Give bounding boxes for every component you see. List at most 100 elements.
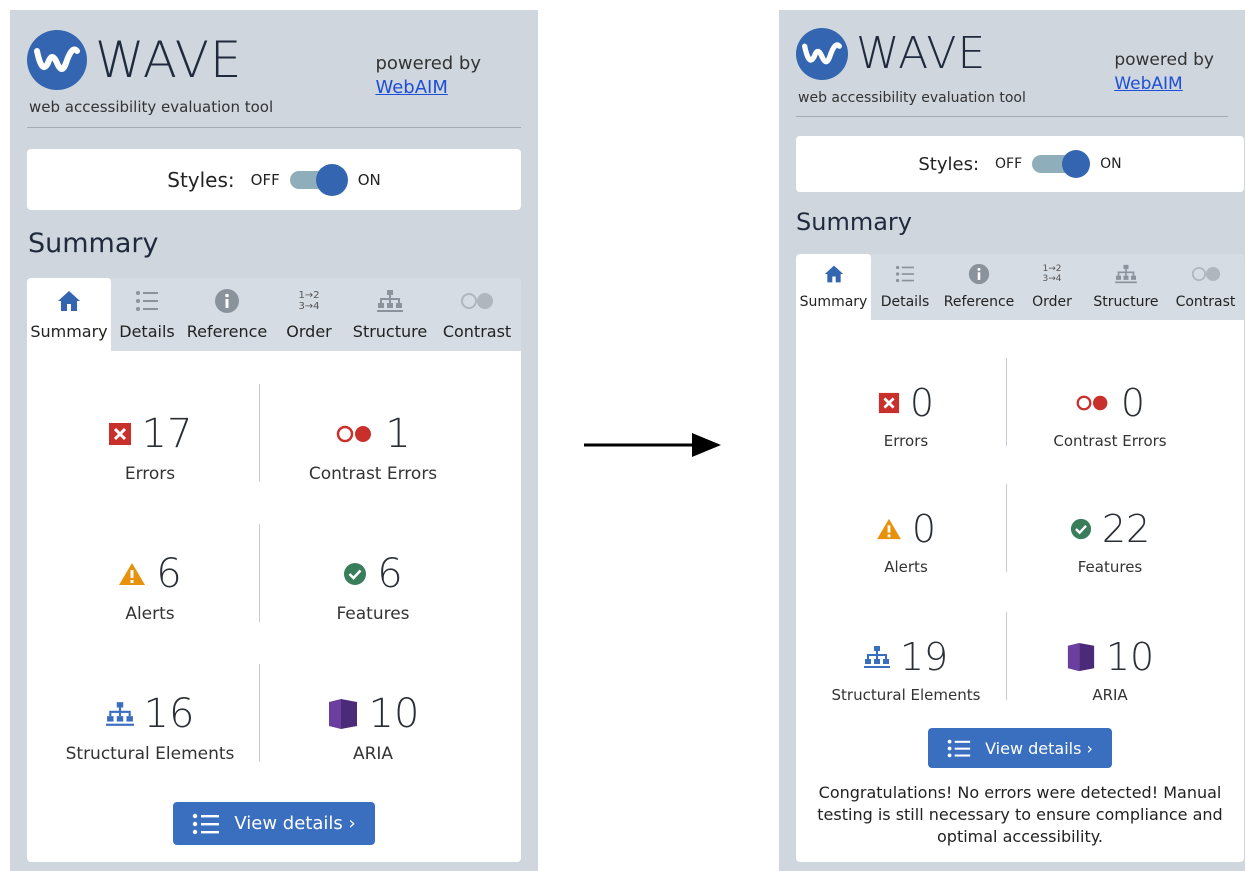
wave-logo: WAVE xyxy=(27,30,243,90)
tab-contrast[interactable]: Contrast xyxy=(433,278,521,351)
powered-by-text: powered by xyxy=(1114,50,1214,70)
order-icon: 1→2 3→4 xyxy=(298,290,320,312)
stat-structural[interactable]: 16 Structural Elements xyxy=(40,694,260,764)
stat-contrast-errors[interactable]: 0 Contrast Errors xyxy=(1007,384,1213,450)
styles-toggle-switch[interactable] xyxy=(289,163,348,196)
tab-order[interactable]: 1→2 3→4 Order xyxy=(271,278,347,351)
features-count: 6 xyxy=(377,551,403,597)
features-count: 22 xyxy=(1101,507,1151,551)
stat-aria[interactable]: 10 ARIA xyxy=(1007,638,1213,704)
stat-alerts[interactable]: 0 Alerts xyxy=(806,510,1006,576)
summary-card: Summary Details Reference 1→2 3→4 Order … xyxy=(27,278,521,862)
tab-summary[interactable]: Summary xyxy=(27,278,111,351)
features-label: Features xyxy=(1077,558,1143,576)
wave-panel-before: WAVE web accessibility evaluation tool p… xyxy=(10,10,538,871)
features-label: Features xyxy=(336,604,410,624)
structure-icon xyxy=(1115,260,1137,288)
powered-by: powered by WebAIM xyxy=(375,52,481,100)
contrast-error-icon xyxy=(1076,395,1108,411)
styles-on-label: ON xyxy=(357,170,381,189)
styles-toggle-box: Styles: OFF ON xyxy=(796,136,1244,192)
stat-features[interactable]: 22 Features xyxy=(1007,510,1213,576)
tab-contrast[interactable]: Contrast xyxy=(1167,254,1244,320)
webaim-link[interactable]: WebAIM xyxy=(375,77,447,98)
contrast-icon xyxy=(460,286,494,316)
list-icon xyxy=(947,739,971,757)
wave-header: WAVE web accessibility evaluation tool p… xyxy=(27,10,521,128)
structural-count: 16 xyxy=(143,691,195,737)
list-icon xyxy=(895,260,915,288)
list-icon xyxy=(193,813,220,834)
tab-bar: Summary Details Reference 1→2 3→4 Order … xyxy=(796,254,1244,320)
alerts-label: Alerts xyxy=(884,558,928,576)
aria-label: ARIA xyxy=(1092,686,1128,704)
powered-by: powered by WebAIM xyxy=(1114,48,1214,96)
errors-count: 0 xyxy=(909,381,935,425)
tab-order[interactable]: 1→2 3→4 Order xyxy=(1019,254,1085,320)
tab-reference[interactable]: Reference xyxy=(183,278,271,351)
alerts-label: Alerts xyxy=(125,604,175,624)
info-icon xyxy=(214,286,240,316)
alert-icon xyxy=(119,563,146,585)
alerts-count: 0 xyxy=(911,507,937,551)
alerts-count: 6 xyxy=(156,551,182,597)
webaim-link[interactable]: WebAIM xyxy=(1114,74,1182,94)
wave-logo-icon xyxy=(27,30,87,90)
stat-errors[interactable]: 0 Errors xyxy=(806,384,1006,450)
wave-logo: WAVE xyxy=(796,28,986,80)
styles-off-label: OFF xyxy=(250,170,280,189)
errors-count: 17 xyxy=(141,411,193,457)
toggle-knob xyxy=(315,163,348,196)
structure-icon xyxy=(105,702,134,726)
view-details-button[interactable]: View details › xyxy=(928,728,1112,768)
congratulations-message: Congratulations! No errors were detected… xyxy=(817,783,1223,846)
wave-panel-after: WAVE web accessibility evaluation tool p… xyxy=(779,10,1245,871)
contrast-errors-label: Contrast Errors xyxy=(308,464,438,484)
styles-label: Styles: xyxy=(918,153,980,175)
stat-alerts[interactable]: 6 Alerts xyxy=(40,554,260,624)
alert-icon xyxy=(876,518,901,540)
error-icon xyxy=(878,392,899,414)
stat-errors[interactable]: 17 Errors xyxy=(40,414,260,484)
tab-details[interactable]: Details xyxy=(111,278,183,351)
error-icon xyxy=(108,423,131,445)
summary-heading: Summary xyxy=(28,228,159,259)
contrast-error-icon xyxy=(337,425,372,443)
tab-details[interactable]: Details xyxy=(871,254,939,320)
contrast-errors-count: 1 xyxy=(385,411,411,457)
summary-heading: Summary xyxy=(796,208,912,236)
stat-aria[interactable]: 10 ARIA xyxy=(260,694,486,764)
tab-structure[interactable]: Structure xyxy=(347,278,433,351)
feature-check-icon xyxy=(1070,518,1091,540)
wave-tagline: web accessibility evaluation tool xyxy=(798,90,1026,106)
powered-by-text: powered by xyxy=(375,53,481,74)
tab-structure[interactable]: Structure xyxy=(1085,254,1167,320)
styles-toggle-box: Styles: OFF ON xyxy=(27,149,521,210)
styles-label: Styles: xyxy=(167,167,235,192)
styles-off-label: OFF xyxy=(995,156,1023,172)
structure-icon xyxy=(863,646,890,668)
styles-toggle-switch[interactable] xyxy=(1032,150,1091,178)
aria-count: 10 xyxy=(1105,635,1155,679)
order-icon: 1→2 3→4 xyxy=(1042,264,1062,284)
tab-summary[interactable]: Summary xyxy=(796,254,871,320)
stat-contrast-errors[interactable]: 1 Contrast Errors xyxy=(260,414,486,484)
info-icon xyxy=(968,260,990,288)
wave-tagline: web accessibility evaluation tool xyxy=(29,98,274,116)
home-icon xyxy=(56,286,82,316)
feature-check-icon xyxy=(344,563,367,585)
aria-icon xyxy=(1067,642,1094,672)
tab-bar: Summary Details Reference 1→2 3→4 Order … xyxy=(27,278,521,351)
view-details-button[interactable]: View details › xyxy=(173,802,375,845)
structural-count: 19 xyxy=(899,635,949,679)
stat-structural[interactable]: 19 Structural Elements xyxy=(806,638,1006,704)
wave-wordmark: WAVE xyxy=(95,31,243,89)
stat-features[interactable]: 6 Features xyxy=(260,554,486,624)
tab-reference[interactable]: Reference xyxy=(939,254,1019,320)
wave-logo-icon xyxy=(796,28,848,80)
structure-icon xyxy=(377,286,403,316)
aria-icon xyxy=(328,699,357,729)
toggle-knob xyxy=(1062,150,1091,178)
list-icon xyxy=(135,286,159,316)
wave-wordmark: WAVE xyxy=(856,28,987,79)
